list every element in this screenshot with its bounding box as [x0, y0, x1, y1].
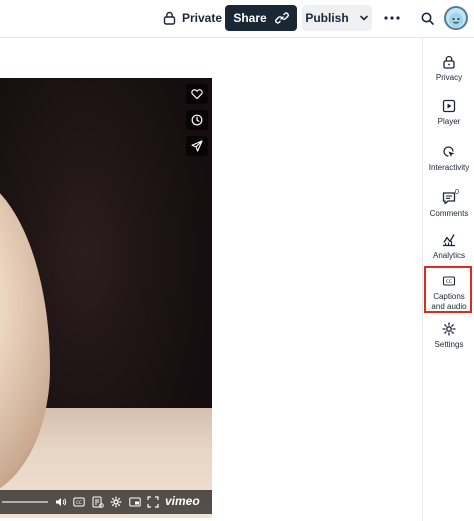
closed-captions-icon: CC	[73, 497, 85, 507]
sidebar-item-settings[interactable]: Settings	[423, 322, 474, 350]
progress-bar[interactable]	[2, 501, 48, 503]
svg-text:CC: CC	[76, 500, 82, 505]
volume-button[interactable]	[54, 495, 68, 509]
clock-icon	[191, 114, 203, 126]
fullscreen-button[interactable]	[146, 495, 160, 509]
gear-icon	[110, 496, 122, 508]
share-video-button[interactable]	[186, 136, 208, 156]
transcript-icon	[92, 496, 104, 508]
search-icon	[421, 12, 434, 25]
link-icon	[274, 12, 289, 24]
sidebar-item-player[interactable]: Player	[423, 99, 474, 127]
pip-button[interactable]	[128, 495, 142, 509]
captions-button[interactable]: CC	[72, 495, 86, 509]
privacy-label: Private	[182, 11, 223, 25]
settings-button[interactable]	[109, 495, 123, 509]
player-controls: CC vimeo	[0, 490, 212, 514]
sidebar-item-interactivity[interactable]: Interactivity	[423, 145, 474, 173]
sidebar-item-analytics[interactable]: Analytics	[423, 233, 474, 261]
sidebar-item-label: Analytics	[432, 251, 465, 260]
cursor-icon	[443, 146, 455, 157]
volume-icon	[56, 498, 67, 506]
video-player[interactable]: CC vimeo	[0, 78, 212, 518]
picture-in-picture-icon	[129, 497, 141, 507]
fullscreen-icon	[147, 496, 159, 508]
like-button[interactable]	[186, 84, 208, 104]
more-horizontal-icon	[384, 16, 400, 20]
chevron-down-icon	[359, 15, 368, 21]
transcript-button[interactable]	[91, 495, 105, 509]
sidebar-item-label: Settings	[434, 340, 464, 349]
sidebar-item-label: Player	[437, 117, 461, 126]
avatar-face-icon	[449, 13, 463, 27]
sidebar-item-label: Privacy	[435, 73, 463, 82]
play-icon	[442, 99, 456, 113]
sidebar-item-label: Comments	[429, 209, 469, 218]
gear-icon	[442, 322, 456, 336]
highlight-box	[424, 266, 472, 313]
sidebar-item-comments[interactable]: 0 Comments	[423, 189, 474, 219]
watch-later-button[interactable]	[186, 110, 208, 130]
top-bar: Private Share Publish	[0, 0, 474, 38]
more-options-button[interactable]	[381, 8, 403, 28]
vimeo-logo[interactable]: vimeo	[165, 494, 200, 508]
search-button[interactable]	[417, 8, 437, 28]
privacy-button[interactable]: Private	[163, 6, 222, 30]
send-icon	[191, 140, 203, 152]
lock-icon	[163, 11, 176, 25]
analytics-icon	[443, 234, 455, 247]
comment-count-badge: 0	[455, 189, 459, 196]
share-label: Share	[233, 11, 267, 25]
comment-icon	[442, 192, 456, 205]
publish-label: Publish	[305, 11, 349, 25]
share-button[interactable]: Share	[225, 5, 297, 31]
sidebar-item-privacy[interactable]: Privacy	[423, 55, 474, 83]
lock-icon	[443, 55, 455, 69]
publish-button[interactable]: Publish	[302, 5, 372, 31]
sidebar-item-label: Interactivity	[428, 163, 470, 172]
heart-icon	[191, 89, 203, 100]
user-avatar[interactable]	[444, 6, 468, 30]
